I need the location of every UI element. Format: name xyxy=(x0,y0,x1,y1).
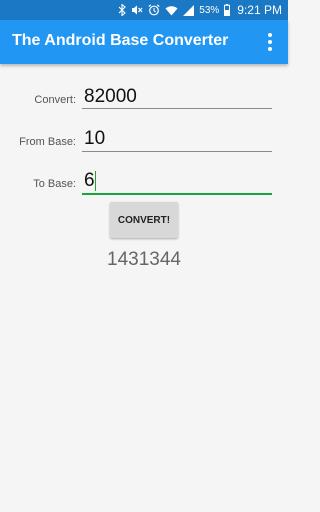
convert-button[interactable]: CONVERT! xyxy=(110,202,178,238)
alarm-icon xyxy=(148,4,160,16)
status-time: 9:21 PM xyxy=(237,3,282,17)
status-icons: 53% 9:21 PM xyxy=(118,0,282,20)
bluetooth-icon xyxy=(118,4,127,16)
signal-icon xyxy=(183,4,195,16)
to-base-row: To Base: xyxy=(0,168,288,204)
wifi-icon xyxy=(165,5,178,15)
conversion-result: 1431344 xyxy=(107,249,181,270)
to-base-label: To Base: xyxy=(33,178,76,190)
from-base-input-underline xyxy=(82,151,272,152)
convert-label: Convert: xyxy=(34,94,76,106)
from-base-input[interactable] xyxy=(82,126,276,152)
status-bar: 53% 9:21 PM xyxy=(0,0,288,20)
menu-dot xyxy=(268,40,272,44)
battery-icon xyxy=(224,4,231,16)
app-title: The Android Base Converter xyxy=(12,32,229,49)
menu-dot xyxy=(268,47,272,51)
from-base-row: From Base: xyxy=(0,126,288,162)
app-screen: 53% 9:21 PM The Android Base Converter C… xyxy=(0,0,288,512)
text-caret xyxy=(95,171,96,191)
app-bar: The Android Base Converter xyxy=(0,20,288,64)
convert-input[interactable] xyxy=(82,84,276,110)
from-base-label: From Base: xyxy=(19,136,76,148)
to-base-input[interactable] xyxy=(82,168,276,194)
convert-row: Convert: xyxy=(0,84,288,120)
convert-input-underline xyxy=(82,108,272,109)
mute-icon xyxy=(132,5,143,15)
to-base-input-underline xyxy=(82,193,272,195)
battery-percent: 53% xyxy=(199,4,220,16)
menu-dot xyxy=(268,33,272,37)
more-vert-icon[interactable] xyxy=(262,32,278,52)
